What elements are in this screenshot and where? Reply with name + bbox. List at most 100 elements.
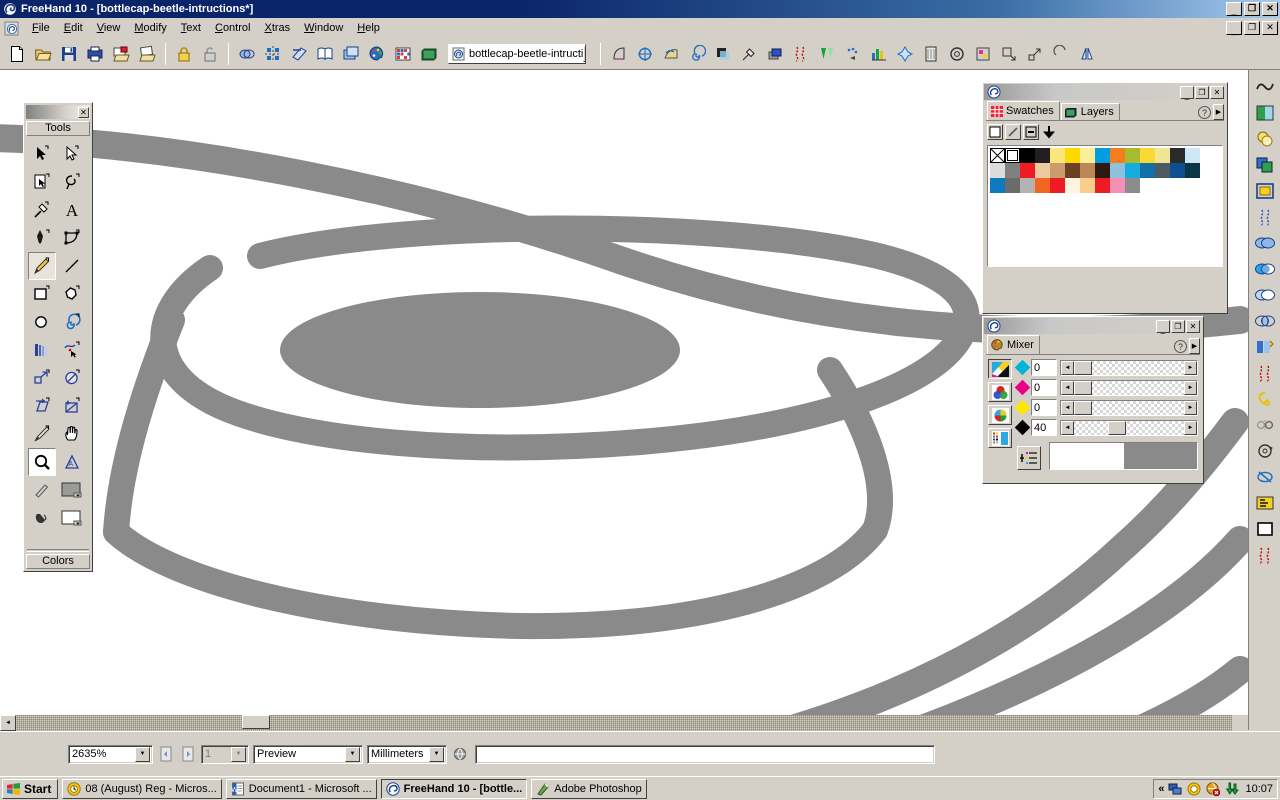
slider-right-arrow[interactable]: ► xyxy=(1184,361,1197,375)
slider-left-arrow[interactable]: ◄ xyxy=(1061,401,1074,415)
swatch-cell[interactable] xyxy=(1005,148,1020,163)
gradient-fill-icon[interactable] xyxy=(1251,100,1279,126)
new-icon[interactable] xyxy=(4,41,30,67)
next-page-icon[interactable] xyxy=(179,745,197,764)
bezigon-tool[interactable] xyxy=(58,224,86,252)
swatch-cell[interactable] xyxy=(1170,148,1185,163)
spiral-tool[interactable] xyxy=(58,308,86,336)
swatch-cell[interactable] xyxy=(1170,163,1185,178)
subselect-tool[interactable] xyxy=(58,140,86,168)
transform-icon[interactable] xyxy=(286,41,312,67)
tools-palette-grip[interactable]: ✕ xyxy=(26,105,90,119)
swatch-cell[interactable] xyxy=(1080,148,1095,163)
system-color-mode-button[interactable] xyxy=(988,428,1012,448)
pencil-tool[interactable] xyxy=(28,252,56,280)
slider-knob[interactable] xyxy=(1074,401,1092,415)
blend-tool[interactable] xyxy=(28,336,56,364)
tab-layers[interactable]: Layers xyxy=(1061,103,1120,120)
polygon-tool[interactable] xyxy=(58,280,86,308)
app-restore-button[interactable]: ❐ xyxy=(1244,2,1260,16)
open-icon[interactable] xyxy=(30,41,56,67)
swatch-cell[interactable] xyxy=(1035,178,1050,193)
mixer-black-slider[interactable]: ◄► xyxy=(1060,420,1198,436)
3d-rotate-icon[interactable] xyxy=(1022,41,1048,67)
sketch-icon[interactable] xyxy=(840,41,866,67)
union-icon[interactable] xyxy=(1251,230,1279,256)
scroll-left-button[interactable]: ◄ xyxy=(0,715,16,731)
view-mode-combo-arrow[interactable]: ▼ xyxy=(345,747,360,762)
inset-path-icon[interactable] xyxy=(1251,178,1279,204)
align-panel-icon[interactable] xyxy=(260,41,286,67)
object-panel-icon[interactable] xyxy=(234,41,260,67)
save-icon[interactable] xyxy=(56,41,82,67)
import-icon[interactable] xyxy=(108,41,134,67)
add-to-swatches-button[interactable] xyxy=(1017,446,1041,470)
swatches-minimize-button[interactable]: _ xyxy=(1180,86,1194,99)
lasso-tool[interactable] xyxy=(58,168,86,196)
punch-icon[interactable] xyxy=(1251,308,1279,334)
fractalize-icon[interactable] xyxy=(996,41,1022,67)
colors-section-label[interactable]: Colors xyxy=(26,554,90,569)
task-button-outlook[interactable]: 08 (August) Reg - Micros... xyxy=(62,779,221,799)
swatch-cell[interactable] xyxy=(1095,148,1110,163)
updates-icon[interactable] xyxy=(1224,781,1240,797)
swatch-cell[interactable] xyxy=(1095,163,1110,178)
bend-envelope-icon[interactable] xyxy=(1251,74,1279,100)
stack-icon[interactable] xyxy=(416,41,442,67)
menu-window[interactable]: Window xyxy=(297,20,350,36)
stroke-swatch-button[interactable] xyxy=(1005,124,1021,140)
arc-xtra-icon[interactable] xyxy=(970,41,996,67)
globe-icon[interactable] xyxy=(451,745,469,764)
mixer-color-preview[interactable] xyxy=(1049,442,1198,470)
swatch-cell[interactable] xyxy=(1155,163,1170,178)
swatch-cell[interactable] xyxy=(1080,163,1095,178)
both-swatch-button[interactable] xyxy=(1023,124,1039,140)
swatch-cell[interactable] xyxy=(1005,178,1020,193)
text-tool[interactable]: A xyxy=(58,196,86,224)
fill-swatch-button[interactable] xyxy=(987,124,1003,140)
swatch-cell[interactable] xyxy=(1125,178,1140,193)
swatch-cell[interactable] xyxy=(1155,148,1170,163)
mixer-yellow-value[interactable]: 0 xyxy=(1031,399,1057,416)
freeform-tool[interactable] xyxy=(58,336,86,364)
knife-tool[interactable] xyxy=(28,420,56,448)
tray-clock[interactable]: 10:07 xyxy=(1245,783,1273,795)
swatch-cell[interactable] xyxy=(1125,163,1140,178)
pen-tool[interactable] xyxy=(28,224,56,252)
slider-right-arrow[interactable]: ► xyxy=(1184,401,1197,415)
swatch-cell[interactable] xyxy=(1020,178,1035,193)
page-combo[interactable]: 1 ▼ xyxy=(201,745,249,764)
mixer-yellow-slider[interactable]: ◄► xyxy=(1060,400,1198,416)
swatch-cell[interactable] xyxy=(1065,163,1080,178)
network-icon[interactable] xyxy=(1167,781,1183,797)
view-mode-combo[interactable]: Preview ▼ xyxy=(253,745,363,764)
trace-tool[interactable] xyxy=(58,392,86,420)
unlock-icon[interactable] xyxy=(197,41,223,67)
emboss-icon[interactable] xyxy=(762,41,788,67)
perspective-tool[interactable]: A xyxy=(58,448,86,476)
lock-icon[interactable] xyxy=(171,41,197,67)
crop-icon[interactable] xyxy=(1251,360,1279,386)
menu-file[interactable]: File xyxy=(25,20,57,36)
outlook-tray-icon[interactable] xyxy=(1186,781,1202,797)
mdi-restore-button[interactable]: ❐ xyxy=(1244,21,1260,35)
horizontal-scrollbar[interactable]: ◄ xyxy=(0,715,1232,731)
add-points-icon[interactable] xyxy=(944,41,970,67)
swatch-cell[interactable] xyxy=(1050,163,1065,178)
mixer-minimize-button[interactable]: _ xyxy=(1156,320,1170,333)
swatch-cell[interactable] xyxy=(1110,163,1125,178)
swatch-cell[interactable] xyxy=(1110,148,1125,163)
transparency-fill-icon[interactable] xyxy=(1251,126,1279,152)
document-combo-arrow[interactable]: ▼ xyxy=(583,46,586,62)
simplify-icon[interactable] xyxy=(1251,386,1279,412)
tab-mixer[interactable]: Mixer xyxy=(987,335,1040,354)
graphic-find-icon[interactable] xyxy=(1251,490,1279,516)
mixer-panel-titlebar[interactable]: _ ❐ ✕ xyxy=(984,318,1202,334)
slider-left-arrow[interactable]: ◄ xyxy=(1061,381,1074,395)
tray-expander-button[interactable]: « xyxy=(1158,783,1164,795)
app-close-button[interactable]: ✕ xyxy=(1262,2,1278,16)
white-fill-icon[interactable] xyxy=(1251,516,1279,542)
slider-knob[interactable] xyxy=(1074,361,1092,375)
hls-mode-button[interactable] xyxy=(988,405,1012,425)
antivirus-icon[interactable] xyxy=(1205,781,1221,797)
